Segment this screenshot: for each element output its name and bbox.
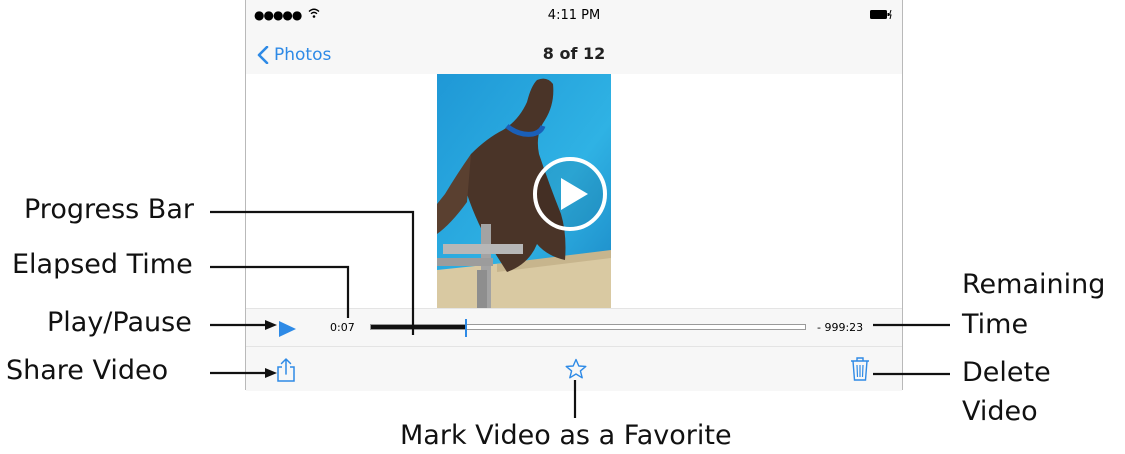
callout-elapsed-time: Elapsed Time xyxy=(12,249,193,280)
status-time: 4:11 PM xyxy=(547,8,601,23)
progress-thumb[interactable] xyxy=(464,319,467,337)
remaining-time: - 999:23 xyxy=(817,321,864,334)
callout-delete-line2: Video xyxy=(962,396,1038,427)
callout-share-video: Share Video xyxy=(6,355,169,386)
progress-bar[interactable] xyxy=(370,324,806,330)
navigation-bar: Photos 8 of 12 xyxy=(246,36,902,74)
status-bar: ●●●●● 4:11 PM xyxy=(246,0,902,36)
scrubber-bar: 0:07 - 999:23 xyxy=(246,308,902,347)
play-icon[interactable] xyxy=(277,320,297,338)
share-icon[interactable] xyxy=(275,357,297,383)
callout-play-pause: Play/Pause xyxy=(47,307,192,338)
star-icon[interactable] xyxy=(565,358,587,380)
callout-progress-bar: Progress Bar xyxy=(24,194,194,225)
video-frame[interactable] xyxy=(437,74,611,308)
trash-icon[interactable] xyxy=(849,356,871,382)
callout-remaining-line1: Remaining xyxy=(962,269,1106,300)
play-circle-icon[interactable] xyxy=(532,156,608,232)
bottom-toolbar xyxy=(246,346,902,391)
progress-bar-fill xyxy=(371,325,467,329)
battery-icon xyxy=(870,10,892,19)
callout-mark-favorite: Mark Video as a Favorite xyxy=(400,420,732,451)
callout-delete-line1: Delete xyxy=(962,357,1051,388)
callout-remaining-line2: Time xyxy=(962,309,1029,340)
phone-screen: ●●●●● 4:11 PM Photos 8 of 12 0:07 - 999:… xyxy=(245,0,903,391)
elapsed-time: 0:07 xyxy=(330,321,355,334)
page-title: 8 of 12 xyxy=(542,44,606,63)
